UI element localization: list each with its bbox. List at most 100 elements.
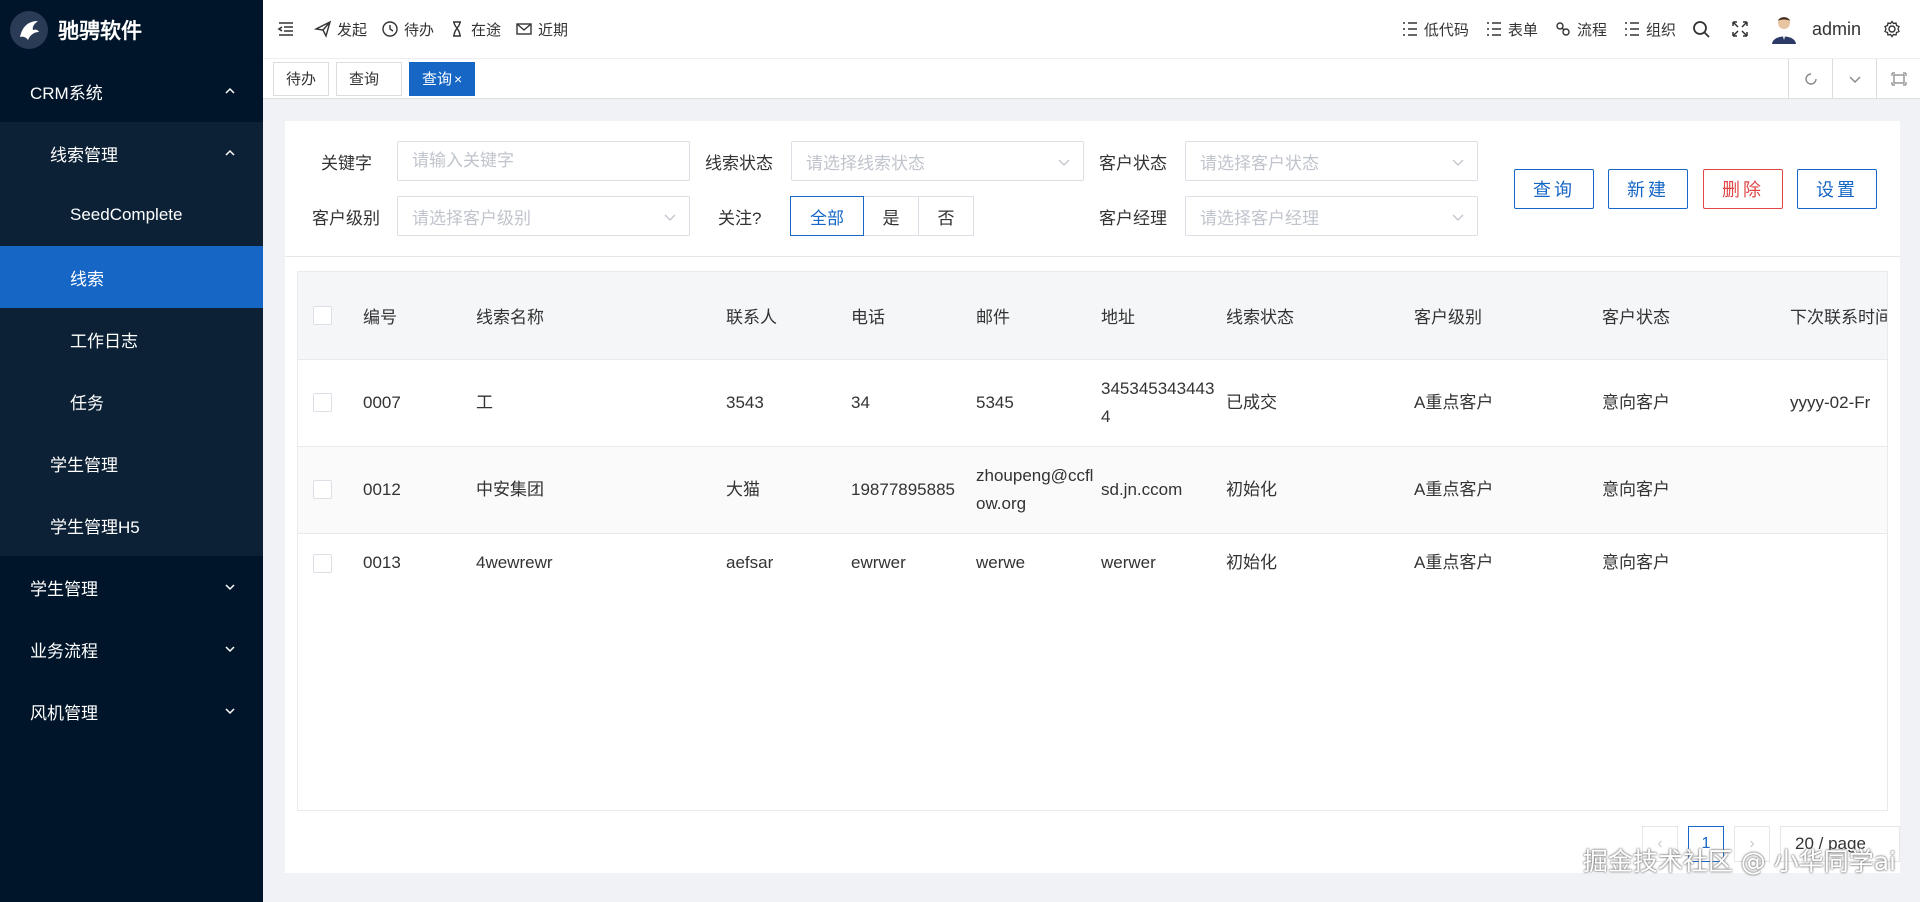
tab-query-2[interactable]: 查询 × xyxy=(409,61,476,96)
customer-level-select[interactable]: 请选择客户级别 xyxy=(397,196,690,236)
tab-todo[interactable]: 待办 xyxy=(273,61,330,96)
table-row[interactable]: 0012 中安集团 大猫 19877895885 zhoupeng@ccflow… xyxy=(298,446,1887,534)
menu-fold-icon xyxy=(277,22,293,36)
menu-crm[interactable]: CRM系统 xyxy=(0,60,263,122)
org-button[interactable]: 组织 xyxy=(1623,19,1676,40)
gear-icon xyxy=(1884,20,1900,38)
menu-item-label: 学生管理H5 xyxy=(50,517,140,537)
collapse-menu-button[interactable] xyxy=(277,20,300,38)
menu-clue-mgmt-label: 线索管理 xyxy=(50,145,118,165)
cell-name: 工 xyxy=(476,359,726,447)
lowcode-button[interactable]: 低代码 xyxy=(1401,19,1469,40)
cell-status: 初始化 xyxy=(1226,446,1414,534)
keyword-input-wrap xyxy=(397,141,690,181)
fullscreen-icon xyxy=(1732,21,1748,37)
row-checkbox[interactable] xyxy=(313,553,332,573)
column-header[interactable]: 电话 xyxy=(851,272,976,360)
tab-label: 查询 xyxy=(349,71,380,88)
refresh-tab-button[interactable] xyxy=(1788,58,1832,99)
table-row[interactable]: 0013 4wewrewr aefsar ewrwer werwe werwer… xyxy=(298,533,1887,593)
tab-dropdown-button[interactable] xyxy=(1832,58,1876,99)
select-all-checkbox[interactable] xyxy=(313,305,332,325)
row-checkbox[interactable] xyxy=(313,480,332,499)
search-button[interactable] xyxy=(1692,20,1715,38)
column-header[interactable]: 邮件 xyxy=(976,272,1101,360)
menu-clue-mgmt[interactable]: 线索管理 xyxy=(0,122,263,184)
tab-query-1[interactable]: 查询 xyxy=(336,61,403,96)
maximize-button[interactable] xyxy=(1876,58,1920,99)
todo-button[interactable]: 待办 xyxy=(381,19,434,40)
menu-business-flow[interactable]: 业务流程 xyxy=(0,618,263,680)
top-header: 发起 待办 在途 近期 低代码 表单 流程 组织 admin xyxy=(263,0,1920,59)
keyword-input[interactable] xyxy=(412,151,689,171)
column-header[interactable]: 线索状态 xyxy=(1226,272,1414,360)
menu-item-seedcomplete[interactable]: SeedComplete xyxy=(0,184,263,246)
recent-label: 近期 xyxy=(538,21,569,39)
main-panel: 关键字 线索状态 请选择线索状态 客户状态 请选择客户状态 客户级别 请选择客户… xyxy=(285,121,1900,873)
chevron-down-icon xyxy=(1452,214,1464,221)
cell-status: 已成交 xyxy=(1226,359,1414,447)
settings-action-button[interactable]: 设置 xyxy=(1797,169,1877,209)
menu-item-worklog[interactable]: 工作日志 xyxy=(0,308,263,370)
start-button[interactable]: 发起 xyxy=(314,19,367,40)
customer-level-label: 客户级别 xyxy=(312,209,380,228)
follow-option-all[interactable]: 全部 xyxy=(790,196,864,236)
delete-button[interactable]: 删除 xyxy=(1703,169,1783,209)
org-label: 组织 xyxy=(1645,21,1676,39)
watermark: 掘金技术社区 @ 小华同学ai xyxy=(1582,847,1896,876)
clock-icon xyxy=(382,21,398,37)
menu-student-mgmt-sub[interactable]: 学生管理 xyxy=(0,432,263,494)
list-icon xyxy=(1486,22,1501,36)
column-header[interactable]: 下次联系时间 xyxy=(1790,272,1887,360)
todo-label: 待办 xyxy=(404,21,435,39)
list-icon xyxy=(1402,22,1417,36)
menu-item-label: 线索 xyxy=(70,269,104,289)
settings-button[interactable] xyxy=(1883,20,1906,38)
menu-student-mgmt[interactable]: 学生管理 xyxy=(0,556,263,618)
chevron-down-icon xyxy=(1452,159,1464,166)
column-header[interactable]: 客户状态 xyxy=(1602,272,1790,360)
flow-button[interactable]: 流程 xyxy=(1554,19,1607,40)
list-icon xyxy=(1624,22,1639,36)
table-row[interactable]: 0007 工 3543 34 5345 3453453434434 已成交 A重… xyxy=(298,359,1887,447)
table-header-row: 编号 线索名称 联系人 电话 邮件 地址 线索状态 客户级别 客户状态 下次联系… xyxy=(298,272,1887,360)
form-button[interactable]: 表单 xyxy=(1485,19,1538,40)
recent-button[interactable]: 近期 xyxy=(515,19,568,40)
menu-item-task[interactable]: 任务 xyxy=(0,370,263,432)
cell-phone: 34 xyxy=(851,359,976,447)
in-progress-button[interactable]: 在途 xyxy=(448,19,501,40)
menu-fan-mgmt[interactable]: 风机管理 xyxy=(0,680,263,742)
cell-contact: 大猫 xyxy=(726,446,851,534)
menu-item-label: 学生管理 xyxy=(50,455,118,475)
follow-option-yes[interactable]: 是 xyxy=(863,196,919,236)
customer-status-label: 客户状态 xyxy=(1099,154,1167,173)
follow-label: 关注? xyxy=(718,209,762,228)
cell-email: 5345 xyxy=(976,359,1101,447)
row-checkbox[interactable] xyxy=(313,393,332,412)
customer-status-select[interactable]: 请选择客户状态 xyxy=(1185,141,1478,181)
column-header[interactable]: 客户级别 xyxy=(1414,272,1602,360)
tab-close-icon[interactable]: × xyxy=(454,71,462,87)
column-header[interactable]: 地址 xyxy=(1101,272,1226,360)
cell-status: 初始化 xyxy=(1226,553,1277,573)
clue-status-select[interactable]: 请选择线索状态 xyxy=(791,141,1084,181)
new-button[interactable]: 新建 xyxy=(1608,169,1688,209)
crm-submenu: 线索管理 SeedComplete 线索 工作日志 任务 学生管理 学生管理H5 xyxy=(0,122,263,556)
chevron-down-icon xyxy=(225,584,235,591)
menu-item-label: SeedComplete xyxy=(70,205,183,224)
menu-item-clue[interactable]: 线索 xyxy=(0,246,263,308)
menu-crm-label: CRM系统 xyxy=(30,83,103,103)
menu-student-mgmt-h5[interactable]: 学生管理H5 xyxy=(0,494,263,556)
column-header[interactable]: 线索名称 xyxy=(476,272,726,360)
user-name[interactable]: admin xyxy=(1812,19,1861,40)
avatar[interactable] xyxy=(1770,14,1798,44)
follow-option-no[interactable]: 否 xyxy=(918,196,974,236)
query-button[interactable]: 查询 xyxy=(1514,169,1594,209)
column-header[interactable]: 编号 xyxy=(363,272,476,360)
tab-label: 待办 xyxy=(286,71,317,88)
column-header[interactable]: 联系人 xyxy=(726,272,851,360)
fullscreen-button[interactable] xyxy=(1731,20,1754,38)
lowcode-label: 低代码 xyxy=(1423,21,1469,39)
manager-select[interactable]: 请选择客户经理 xyxy=(1185,196,1478,236)
link-icon xyxy=(1556,22,1570,36)
